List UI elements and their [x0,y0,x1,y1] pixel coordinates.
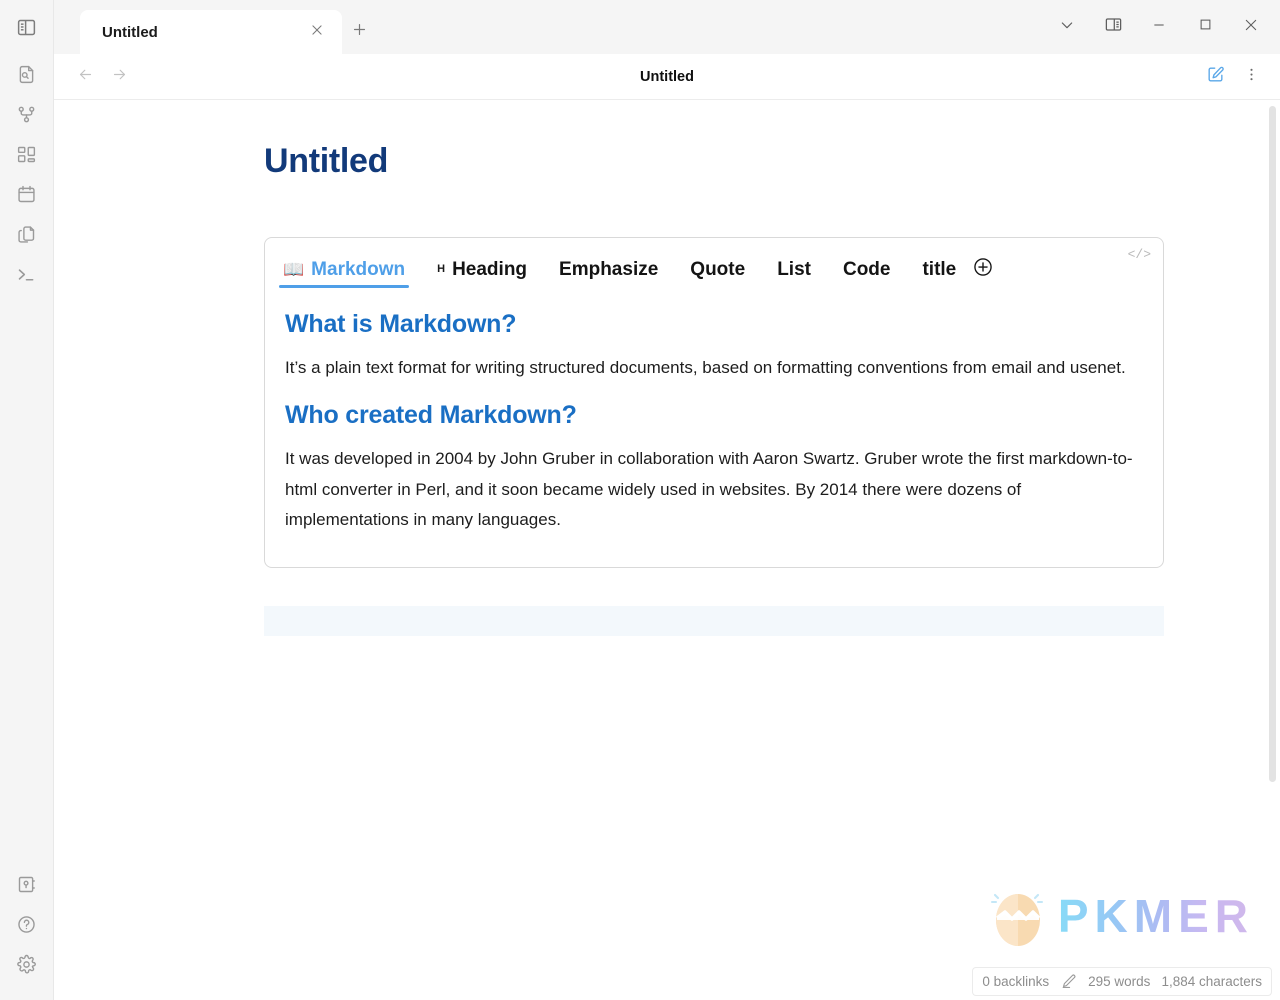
document: Untitled 📖 Markdown H Heading Emphasize … [54,100,1280,636]
new-tab-button[interactable] [342,10,376,54]
file-search-icon [16,64,37,85]
document-scroll-area: Untitled 📖 Markdown H Heading Emphasize … [54,100,1280,1000]
card-tab-markdown[interactable]: 📖 Markdown [278,259,410,288]
view-header-actions [1200,62,1266,92]
status-backlinks[interactable]: 0 backlinks [982,974,1049,989]
edit-pencil-icon [1206,65,1225,89]
more-options-button[interactable] [1236,62,1266,92]
toggle-right-sidebar-button[interactable] [1090,0,1136,54]
card-tab-title[interactable]: title [922,260,956,288]
sidebar-item-settings[interactable] [7,944,47,984]
sidebar-item-calendar[interactable] [7,174,47,214]
view-header-title: Untitled [640,68,694,85]
git-graph-icon [16,104,37,125]
view-header: Untitled [54,54,1280,100]
settings-gear-icon [16,954,37,975]
status-edit-pencil-icon[interactable] [1060,973,1077,990]
window-close-button[interactable] [1228,0,1274,54]
maximize-icon [1198,17,1213,37]
close-icon [310,23,324,42]
more-vertical-icon [1243,66,1260,88]
section-heading: Who created Markdown? [285,401,577,430]
sidebar-item-file-search[interactable] [7,54,47,94]
ribbon-icon-list [7,54,47,294]
sidebar-item-graph[interactable] [7,94,47,134]
navigate-forward-button[interactable] [102,60,136,94]
navigate-back-button[interactable] [68,60,102,94]
page-title: Untitled [264,142,389,180]
section-paragraph: It’s a plain text format for writing str… [285,358,1126,377]
heading-h-icon: H [437,263,446,275]
tab-close-button[interactable] [306,21,328,43]
terminal-icon [16,264,37,285]
copy-files-icon [16,224,37,245]
sidebar-item-templates[interactable] [7,214,47,254]
edit-button[interactable] [1200,62,1230,92]
main-area: Untitled Untitled Untitled 📖 Markdown H … [54,0,1280,1000]
app-window: Untitled Untitled Untitled 📖 Markdown H … [0,0,1280,1000]
right-sidebar-icon [1104,15,1123,39]
document-inner: Untitled 📖 Markdown H Heading Emphasize … [264,142,1164,636]
status-character-count[interactable]: 1,884 characters [1161,974,1262,989]
help-icon [16,914,37,935]
markdown-guide-card: 📖 Markdown H Heading Emphasize Quote Lis… [264,237,1164,568]
vault-icon [16,874,37,895]
tab-strip: Untitled [54,0,1280,54]
view-source-icon[interactable]: </> [1128,247,1151,262]
sidebar-item-vault[interactable] [7,864,47,904]
chevron-down-icon [1059,17,1075,38]
plus-circle-icon [972,256,994,283]
tab-untitled[interactable]: Untitled [80,10,342,54]
card-tab-code[interactable]: Code [843,260,891,288]
sidebar-item-dashboard[interactable] [7,134,47,174]
card-tab-label: title [922,259,957,280]
tab-options-button[interactable] [1044,0,1090,54]
card-tab-quote[interactable]: Quote [690,260,745,288]
close-icon [1243,17,1259,38]
card-body: What is Markdown? It’s a plain text form… [265,288,1163,567]
status-word-count[interactable]: 295 words [1088,974,1150,989]
card-tab-list: 📖 Markdown H Heading Emphasize Quote Lis… [265,238,1163,288]
window-controls [1044,0,1280,54]
section-heading: What is Markdown? [285,310,517,338]
document-scrollbar[interactable] [1269,106,1276,782]
empty-content-block [264,606,1164,636]
ribbon-bottom-group [7,864,47,1000]
tab-title: Untitled [102,23,158,41]
card-tab-emphasize[interactable]: Emphasize [559,260,658,288]
left-sidebar-icon [16,17,37,38]
sidebar-item-terminal[interactable] [7,254,47,294]
card-tab-label: Emphasize [559,259,659,280]
plus-icon [351,21,368,43]
open-book-icon: 📖 [283,260,305,279]
card-tab-label: Quote [690,259,746,280]
toggle-left-sidebar-button[interactable] [7,7,47,47]
card-tab-label: Heading [452,259,528,280]
card-tab-list[interactable]: List [777,260,811,288]
card-tab-heading[interactable]: H Heading [437,260,527,288]
status-bar: 0 backlinks 295 words 1,884 characters [972,967,1272,996]
calendar-icon [16,184,37,205]
section-paragraph: It was developed in 2004 by John Gruber … [285,449,1133,529]
minimize-button[interactable] [1136,0,1182,54]
arrow-left-icon [77,66,94,88]
card-tab-label: List [777,259,811,280]
add-card-tab-button[interactable] [970,256,996,282]
card-tab-label: Markdown [311,259,406,280]
card-tab-label: Code [842,259,891,280]
sidebar-item-help[interactable] [7,904,47,944]
dashboard-grid-icon [16,144,37,165]
maximize-button[interactable] [1182,0,1228,54]
minimize-icon [1151,17,1167,38]
ribbon-top-slot [0,0,53,54]
arrow-right-icon [111,66,128,88]
left-ribbon [0,0,54,1000]
